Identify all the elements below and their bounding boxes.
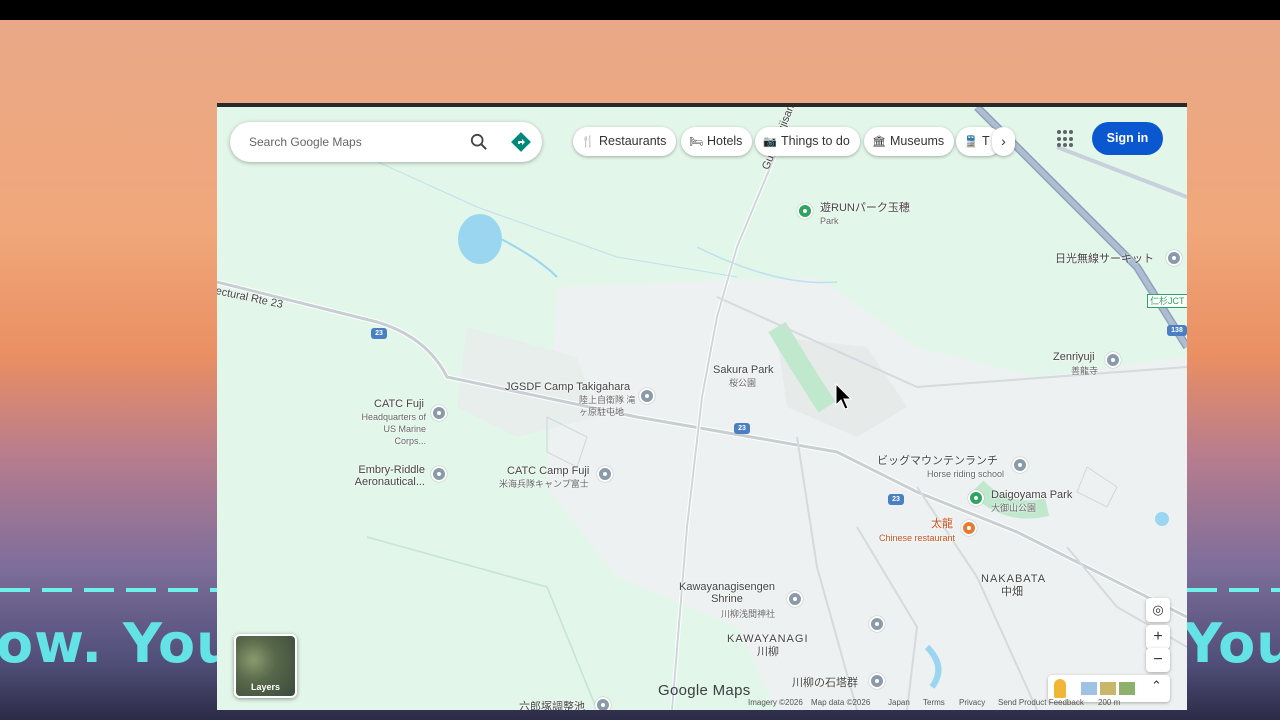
biking-thumbnail-icon[interactable] — [1119, 682, 1135, 695]
sign-in-button[interactable]: Sign in — [1092, 122, 1163, 155]
chip-label: Things to do — [781, 134, 850, 148]
place-name: ビッグマウンテンランチ — [877, 455, 998, 467]
region-link[interactable]: Japan — [888, 698, 910, 707]
place-sub: 大御山公園 — [991, 503, 1037, 513]
route-shield-23: 23 — [734, 423, 750, 434]
search-icon[interactable] — [470, 133, 488, 151]
place-name: 川柳の石塔群 — [792, 677, 858, 689]
search-box[interactable]: Search Google Maps — [230, 122, 542, 162]
terms-link[interactable]: Terms — [923, 698, 945, 707]
terrain-thumbnail-icon[interactable] — [1081, 682, 1097, 695]
privacy-link[interactable]: Privacy — [959, 698, 985, 707]
place-sub: Chinese restaurant — [879, 533, 956, 543]
top-black-bar — [0, 0, 1280, 20]
place-pin-icon[interactable] — [639, 388, 655, 404]
traffic-thumbnail-icon[interactable] — [1100, 682, 1116, 695]
area-name: KAWAYANAGI — [727, 633, 809, 645]
place-sub: 陸上自衛隊 滝ヶ原駐屯地 — [579, 395, 636, 417]
directions-icon[interactable] — [511, 132, 531, 152]
chip-label: Hotels — [707, 134, 743, 148]
place-pin-icon[interactable] — [869, 616, 885, 632]
place-sub: 桜公園 — [729, 378, 757, 388]
my-location-icon[interactable]: ◎ — [1146, 598, 1170, 622]
transit-icon: 🚆 — [964, 136, 978, 148]
place-sub: Park — [820, 216, 839, 226]
place-name: 遊RUNパーク玉穂 — [820, 202, 910, 214]
map-canvas[interactable] — [217, 107, 1187, 710]
route-shield-23: 23 — [371, 328, 387, 339]
caption-text-right: You — [1183, 612, 1280, 675]
layers-button[interactable]: Layers — [234, 634, 297, 698]
place-sub: Horse riding school — [927, 469, 1005, 479]
chips-next-chevron-icon[interactable]: › — [992, 127, 1015, 156]
map-data-credit: Map data ©2026 — [811, 698, 871, 707]
search-input[interactable]: Search Google Maps — [249, 135, 362, 149]
place-name: Zenriyuji — [1053, 351, 1095, 363]
place-sub: 米海兵隊キャンプ富士 — [499, 479, 589, 489]
imagery-credit: Imagery ©2026 — [748, 698, 803, 707]
junction-label: 仁杉JCT — [1147, 294, 1187, 308]
route-shield-138: 138 — [1167, 325, 1187, 336]
place-name: Sakura Park — [713, 364, 774, 376]
shrine-pin-icon[interactable] — [787, 591, 803, 607]
zoom-in-button[interactable]: + — [1146, 625, 1170, 649]
temple-pin-icon[interactable] — [1105, 352, 1121, 368]
place-pin-icon[interactable] — [597, 466, 613, 482]
fork-knife-icon: 🍴 — [581, 136, 595, 148]
place-name: Kawayanagisengen Shrine — [678, 581, 776, 605]
place-name: CATC Fuji — [374, 398, 424, 410]
place-sub: 善龍寺 — [1071, 366, 1099, 376]
expand-up-icon[interactable]: ⌃ — [1151, 678, 1162, 694]
scale-label[interactable]: 200 m — [1098, 698, 1120, 707]
camera-icon: 📷 — [763, 136, 777, 148]
chip-museums[interactable]: 🏛 Museums — [864, 127, 955, 156]
monument-pin-icon[interactable] — [869, 673, 885, 689]
zoom-out-button[interactable]: − — [1146, 648, 1170, 672]
restaurant-pin-icon[interactable] — [961, 520, 977, 536]
place-name: CATC Camp Fuji — [507, 465, 590, 477]
place-name: JGSDF Camp Takigahara — [505, 381, 631, 393]
route-shield-23: 23 — [888, 494, 904, 505]
chip-label: Museums — [890, 134, 945, 148]
chip-label: Restaurants — [599, 134, 667, 148]
chip-things-to-do[interactable]: 📷 Things to do — [755, 127, 860, 156]
subtitle-divider-right — [1187, 588, 1280, 592]
horse-pin-icon[interactable] — [1012, 457, 1028, 473]
subtitle-divider-left — [0, 588, 217, 592]
park-pin-icon[interactable] — [797, 203, 813, 219]
chip-hotels[interactable]: 🛏 Hotels — [681, 127, 753, 156]
place-name: Embry-Riddle Aeronautical... — [354, 464, 425, 488]
place-name: Daigoyama Park — [991, 489, 1073, 501]
place-name: 日光無線サーキット — [1055, 253, 1154, 265]
bed-icon: 🛏 — [689, 136, 703, 148]
feedback-link[interactable]: Send Product Feedback — [998, 698, 1084, 707]
museum-icon: 🏛 — [872, 136, 886, 148]
place-pin-icon[interactable] — [431, 405, 447, 421]
place-pin-icon[interactable] — [1166, 250, 1182, 266]
chip-label: T — [982, 134, 990, 148]
map-footer: Imagery ©2026 Map data ©2026 Japan Terms… — [217, 696, 1187, 710]
place-name: 太龍 — [931, 518, 953, 530]
mouse-cursor-icon — [835, 383, 853, 410]
apps-grid-icon[interactable] — [1057, 130, 1075, 148]
google-maps-window: Gururi Fujisan Fu ectural Rte 23 23 23 2… — [217, 103, 1187, 710]
area-sub: 川柳 — [757, 646, 779, 658]
area-sub: 中畑 — [1001, 586, 1023, 598]
place-sub: 川柳浅間神社 — [721, 609, 776, 619]
place-sub: Headquarters of US Marine Corps... — [361, 412, 426, 446]
university-pin-icon[interactable] — [431, 466, 447, 482]
caption-text-left: ow. You — [0, 612, 236, 675]
chip-restaurants[interactable]: 🍴 Restaurants — [573, 127, 677, 156]
park-pin-icon[interactable] — [968, 490, 984, 506]
area-name: NAKABATA — [981, 573, 1047, 585]
layers-label: Layers — [250, 682, 281, 692]
